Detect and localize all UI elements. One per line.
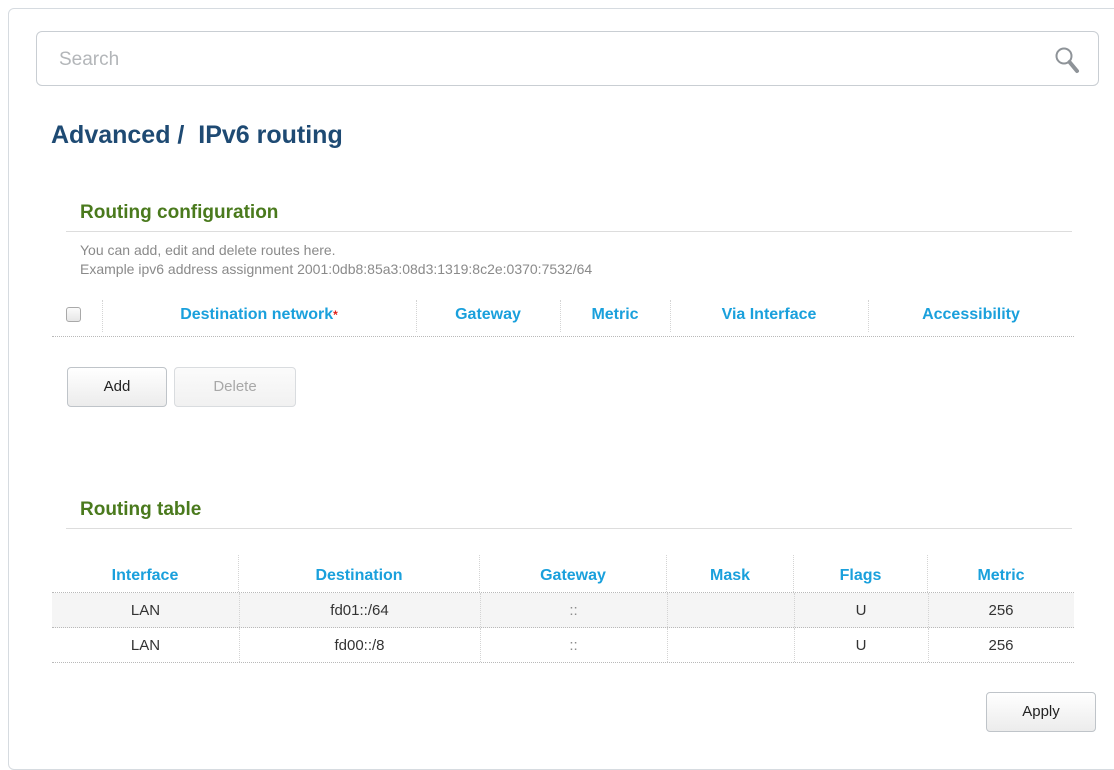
top-strip <box>0 0 1114 8</box>
page-title: Advanced / IPv6 routing <box>51 121 343 149</box>
column-via-interface[interactable]: Via Interface <box>670 298 868 332</box>
column-interface[interactable]: Interface <box>52 555 239 592</box>
cell-gateway: :: <box>480 593 668 627</box>
search-input[interactable] <box>59 49 959 71</box>
section-divider <box>66 528 1072 529</box>
hint-text: You can add, edit and delete routes here… <box>80 242 336 258</box>
search-icon[interactable] <box>1054 46 1080 74</box>
column-mask[interactable]: Mask <box>667 555 794 592</box>
cell-interface: LAN <box>52 593 240 627</box>
column-flags[interactable]: Flags <box>794 555 928 592</box>
routing-configuration-title: Routing configuration <box>80 202 279 223</box>
cell-destination: fd01::/64 <box>239 593 481 627</box>
routing-table: Interface Destination Gateway Mask Flags… <box>52 555 1074 663</box>
column-gateway[interactable]: Gateway <box>480 555 667 592</box>
table-row: LAN fd01::/64 :: U 256 <box>52 593 1074 628</box>
search-bar[interactable] <box>36 31 1099 86</box>
select-all-checkbox[interactable] <box>66 307 81 322</box>
cell-interface: LAN <box>52 628 240 662</box>
column-destination-network[interactable]: Destination network* <box>102 298 416 332</box>
add-button[interactable]: Add <box>67 367 167 407</box>
routes-table-header: Destination network* Gateway Metric Via … <box>52 298 1074 337</box>
table-row: LAN fd00::/8 :: U 256 <box>52 628 1074 663</box>
delete-button[interactable]: Delete <box>174 367 296 407</box>
cell-flags: U <box>794 593 929 627</box>
column-destination[interactable]: Destination <box>239 555 480 592</box>
cell-flags: U <box>794 628 929 662</box>
apply-button[interactable]: Apply <box>986 692 1096 732</box>
required-mark: * <box>333 308 338 322</box>
routing-table-title: Routing table <box>80 499 202 520</box>
section-divider <box>66 231 1072 232</box>
table-header-row: Interface Destination Gateway Mask Flags… <box>52 555 1074 593</box>
cell-mask <box>667 628 795 662</box>
example-text: Example ipv6 address assignment 2001:0db… <box>80 261 593 277</box>
cell-mask <box>667 593 795 627</box>
column-metric[interactable]: Metric <box>928 555 1074 592</box>
column-metric[interactable]: Metric <box>560 298 670 332</box>
cell-metric: 256 <box>988 601 1014 619</box>
column-accessibility[interactable]: Accessibility <box>868 298 1074 332</box>
column-destination-network-label: Destination network <box>180 306 334 323</box>
cell-metric: 256 <box>988 636 1014 654</box>
column-gateway[interactable]: Gateway <box>416 298 560 332</box>
cell-gateway: :: <box>480 628 668 662</box>
cell-destination: fd00::/8 <box>239 628 481 662</box>
